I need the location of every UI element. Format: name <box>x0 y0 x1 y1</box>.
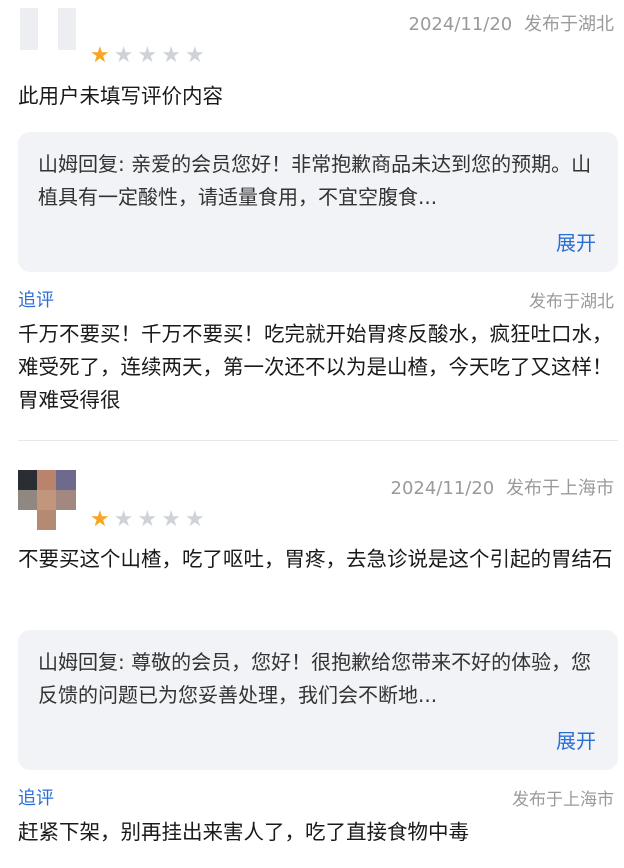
review-meta: 2024/11/20 发布于湖北 <box>409 10 614 36</box>
star-empty-icon: ★ <box>161 507 181 532</box>
divider <box>18 440 618 441</box>
review-date: 2024/11/20 <box>390 478 495 499</box>
followup-label: 追评 <box>18 788 54 809</box>
followup-text: 千万不要买！千万不要买！吃完就开始胃疼反酸水，疯狂吐口水，难受死了，连续两天，第… <box>18 322 613 412</box>
review-date: 2024/11/20 <box>408 14 513 35</box>
review-meta: 2024/11/20 发布于上海市 <box>391 474 614 500</box>
star-rating: ★ ★ ★ ★ ★ <box>90 44 205 68</box>
followup-label: 追评 <box>18 290 54 311</box>
followup-text: 赶紧下架，别再挂出来害人了，吃了直接食物中毒 <box>18 820 469 844</box>
followup-location: 发布于上海市 <box>512 790 614 810</box>
merchant-reply: 山姆回复: 亲爱的会员您好！非常抱歉商品未达到您的预期。山植具有一定酸性，请适量… <box>18 132 618 272</box>
followup-location: 发布于湖北 <box>529 292 614 312</box>
star-filled-icon: ★ <box>90 43 110 68</box>
review-content: 此用户未填写评价内容 <box>18 84 223 108</box>
star-empty-icon: ★ <box>113 507 134 532</box>
merchant-reply: 山姆回复: 尊敬的会员，您好！很抱歉给您带来不好的体验，您反馈的问题已为您妥善处… <box>18 630 618 770</box>
avatar[interactable] <box>18 470 76 530</box>
avatar[interactable] <box>20 8 76 50</box>
expand-link[interactable]: 展开 <box>556 725 596 754</box>
review-content: 不要买这个山楂，吃了呕吐，胃疼，去急诊说是这个引起的胃结石 <box>18 547 613 571</box>
star-empty-icon: ★ <box>137 43 158 68</box>
star-empty-icon: ★ <box>184 507 205 532</box>
review-location: 发布于湖北 <box>524 14 614 35</box>
star-rating: ★ ★ ★ ★ ★ <box>90 508 205 532</box>
reply-text: 山姆回复: 亲爱的会员您好！非常抱歉商品未达到您的预期。山植具有一定酸性，请适量… <box>38 152 592 209</box>
expand-link[interactable]: 展开 <box>556 227 596 256</box>
star-empty-icon: ★ <box>161 43 181 68</box>
star-filled-icon: ★ <box>90 507 110 532</box>
review-location: 发布于上海市 <box>506 478 614 499</box>
reply-text: 山姆回复: 尊敬的会员，您好！很抱歉给您带来不好的体验，您反馈的问题已为您妥善处… <box>38 650 592 707</box>
star-empty-icon: ★ <box>184 43 205 68</box>
star-empty-icon: ★ <box>113 43 134 68</box>
star-empty-icon: ★ <box>137 507 158 532</box>
